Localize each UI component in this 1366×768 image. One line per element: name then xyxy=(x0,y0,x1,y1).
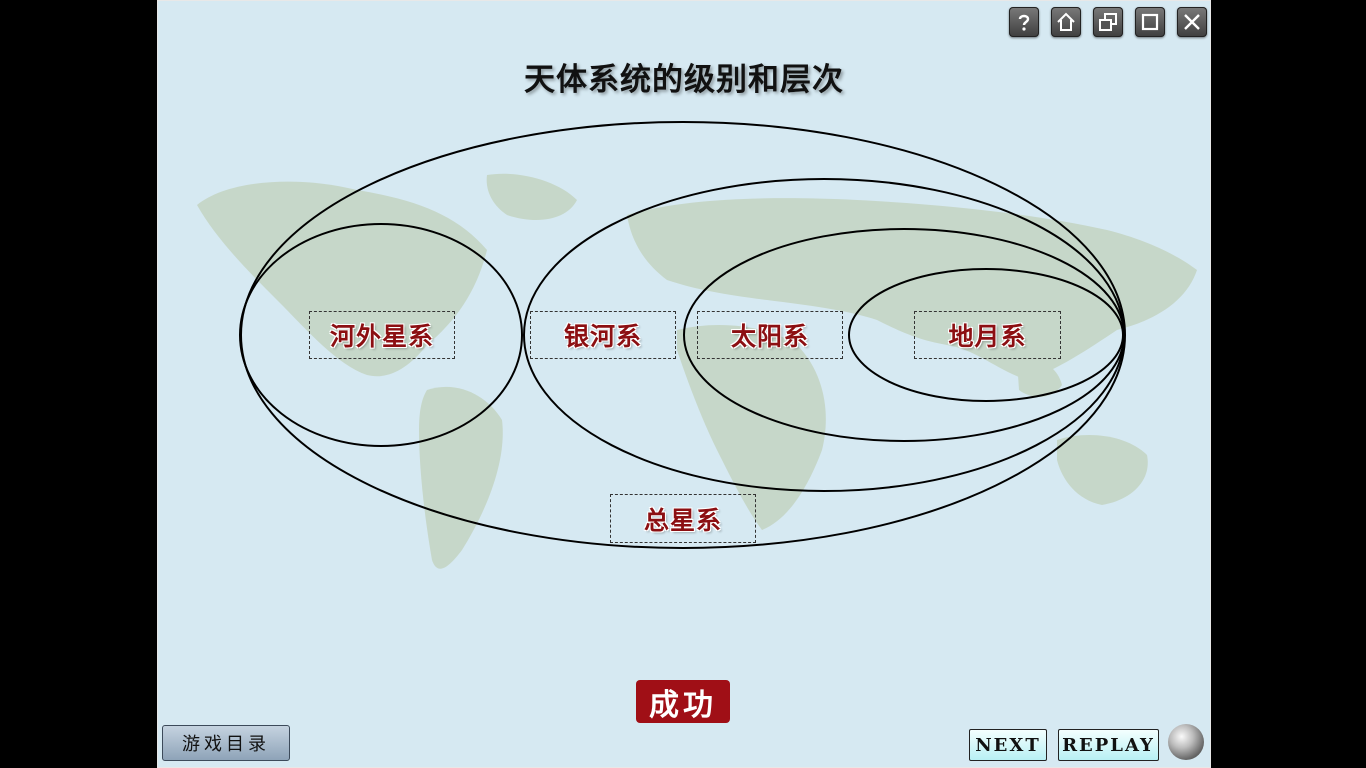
close-button[interactable] xyxy=(1177,7,1207,37)
home-icon xyxy=(1057,12,1075,31)
game-stage: 天体系统的级别和层次 河外星系 银河系 太阳系 地月系 总星系 成功 游戏目录 … xyxy=(157,0,1211,768)
label-earth-moon[interactable]: 地月系 xyxy=(914,311,1061,359)
world-map-background xyxy=(197,121,1197,569)
maximize-icon xyxy=(1141,13,1159,31)
label-universe[interactable]: 总星系 xyxy=(610,494,756,543)
help-button[interactable] xyxy=(1009,7,1039,37)
label-extragalactic[interactable]: 河外星系 xyxy=(309,311,455,359)
label-solar-system[interactable]: 太阳系 xyxy=(697,311,843,359)
restore-button[interactable] xyxy=(1093,7,1123,37)
label-milky-way[interactable]: 银河系 xyxy=(530,311,676,359)
next-button[interactable]: NEXT xyxy=(969,729,1047,761)
replay-button[interactable]: REPLAY xyxy=(1058,729,1159,761)
moon-orb-icon[interactable] xyxy=(1168,724,1204,760)
success-badge: 成功 xyxy=(636,680,730,723)
game-menu-button[interactable]: 游戏目录 xyxy=(162,725,290,761)
home-button[interactable] xyxy=(1051,7,1081,37)
question-icon xyxy=(1018,14,1030,31)
restore-icon xyxy=(1099,13,1117,31)
maximize-button[interactable] xyxy=(1135,7,1165,37)
page-title: 天体系统的级别和层次 xyxy=(524,62,844,98)
close-icon xyxy=(1184,14,1200,30)
